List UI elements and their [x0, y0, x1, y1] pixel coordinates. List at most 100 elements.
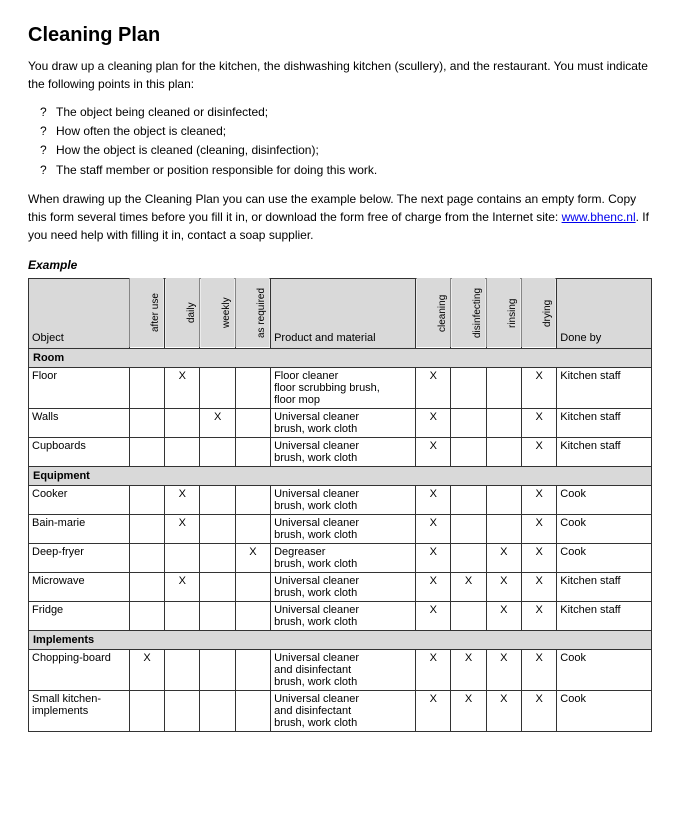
- table-cell: Small kitchen-implements: [29, 690, 130, 731]
- page-title: Cleaning Plan: [28, 24, 652, 47]
- table-cell: Universal cleaner and disinfectant brush…: [271, 649, 416, 690]
- table-row: FloorXFloor cleaner floor scrubbing brus…: [29, 367, 652, 408]
- table-cell: [129, 690, 164, 731]
- daily-header: daily: [165, 278, 200, 348]
- note-link[interactable]: www.bhenc.nl: [562, 210, 636, 224]
- table-cell: Deep-fryer: [29, 543, 130, 572]
- table-cell: Universal cleaner brush, work cloth: [271, 601, 416, 630]
- table-cell: X: [416, 543, 451, 572]
- table-cell: Bain-marie: [29, 514, 130, 543]
- table-row: MicrowaveXUniversal cleaner brush, work …: [29, 572, 652, 601]
- table-cell: X: [521, 601, 556, 630]
- table-row: Fridge Universal cleaner brush, work clot…: [29, 601, 652, 630]
- table-cell: [451, 485, 486, 514]
- table-cell: X: [486, 649, 521, 690]
- section-label: Room: [29, 348, 652, 367]
- table-cell: Cook: [557, 649, 652, 690]
- table-cell: [486, 367, 521, 408]
- table-cell: Fridge: [29, 601, 130, 630]
- table-cell: X: [521, 437, 556, 466]
- table-cell: X: [129, 649, 164, 690]
- table-cell: X: [416, 437, 451, 466]
- table-cell: X: [235, 543, 270, 572]
- table-cell: X: [451, 690, 486, 731]
- table-cell: [200, 367, 235, 408]
- table-row: Small kitchen-implements Universal cleane…: [29, 690, 652, 731]
- table-cell: X: [521, 367, 556, 408]
- table-cell: Degreaser brush, work cloth: [271, 543, 416, 572]
- table-cell: X: [165, 485, 200, 514]
- section-label: Equipment: [29, 466, 652, 485]
- table-cell: Universal cleaner brush, work cloth: [271, 514, 416, 543]
- after-use-header: after use: [129, 278, 164, 348]
- table-cell: X: [416, 649, 451, 690]
- table-cell: [451, 408, 486, 437]
- table-row: WallsXUniversal cleaner brush, work clot…: [29, 408, 652, 437]
- bullet-3: How the object is cleaned (cleaning, dis…: [44, 141, 652, 160]
- table-cell: X: [521, 543, 556, 572]
- table-cell: X: [416, 690, 451, 731]
- product-header: Product and material: [271, 278, 416, 348]
- table-cell: Kitchen staff: [557, 408, 652, 437]
- table-cell: Chopping-board: [29, 649, 130, 690]
- rinsing-header: rinsing: [486, 278, 521, 348]
- table-cell: Cupboards: [29, 437, 130, 466]
- table-cell: X: [416, 514, 451, 543]
- drying-header: drying: [521, 278, 556, 348]
- table-cell: X: [416, 572, 451, 601]
- table-cell: Kitchen staff: [557, 367, 652, 408]
- table-cell: [235, 514, 270, 543]
- done-by-header: Done by: [557, 278, 652, 348]
- table-row: Bain-marieXUniversal cleaner brush, work…: [29, 514, 652, 543]
- table-cell: Universal cleaner brush, work cloth: [271, 408, 416, 437]
- table-cell: [235, 367, 270, 408]
- example-label: Example: [28, 258, 652, 272]
- bullet-4: The staff member or position responsible…: [44, 161, 652, 180]
- table-cell: [129, 572, 164, 601]
- table-cell: [235, 649, 270, 690]
- table-cell: [165, 437, 200, 466]
- table-cell: X: [486, 572, 521, 601]
- table-cell: [200, 690, 235, 731]
- table-cell: Cook: [557, 543, 652, 572]
- cleaning-header: cleaning: [416, 278, 451, 348]
- table-cell: X: [521, 485, 556, 514]
- table-cell: Cook: [557, 485, 652, 514]
- bullet-1: The object being cleaned or disinfected;: [44, 103, 652, 122]
- table-cell: [165, 649, 200, 690]
- table-cell: Universal cleaner and disinfectant brush…: [271, 690, 416, 731]
- table-cell: [129, 514, 164, 543]
- table-cell: [486, 514, 521, 543]
- object-header: Object: [29, 278, 130, 348]
- table-cell: [165, 690, 200, 731]
- table-cell: Kitchen staff: [557, 601, 652, 630]
- table-cell: X: [165, 514, 200, 543]
- table-cell: X: [521, 649, 556, 690]
- table-cell: [129, 437, 164, 466]
- table-cell: [451, 543, 486, 572]
- table-cell: [486, 437, 521, 466]
- table-cell: X: [521, 572, 556, 601]
- bullet-2: How often the object is cleaned;: [44, 122, 652, 141]
- table-cell: X: [165, 367, 200, 408]
- table-cell: [451, 601, 486, 630]
- table-cell: Cooker: [29, 485, 130, 514]
- table-cell: [451, 514, 486, 543]
- section-row: Implements: [29, 630, 652, 649]
- table-cell: [129, 367, 164, 408]
- table-cell: [235, 690, 270, 731]
- table-cell: X: [451, 649, 486, 690]
- table-cell: Universal cleaner brush, work cloth: [271, 437, 416, 466]
- table-cell: Universal cleaner brush, work cloth: [271, 572, 416, 601]
- table-cell: X: [521, 514, 556, 543]
- table-cell: X: [521, 408, 556, 437]
- table-cell: [200, 437, 235, 466]
- note-text: When drawing up the Cleaning Plan you ca…: [28, 190, 652, 244]
- table-cell: [451, 367, 486, 408]
- table-cell: [129, 601, 164, 630]
- table-cell: Kitchen staff: [557, 572, 652, 601]
- table-cell: Microwave: [29, 572, 130, 601]
- section-row: Equipment: [29, 466, 652, 485]
- section-row: Room: [29, 348, 652, 367]
- table-cell: [200, 601, 235, 630]
